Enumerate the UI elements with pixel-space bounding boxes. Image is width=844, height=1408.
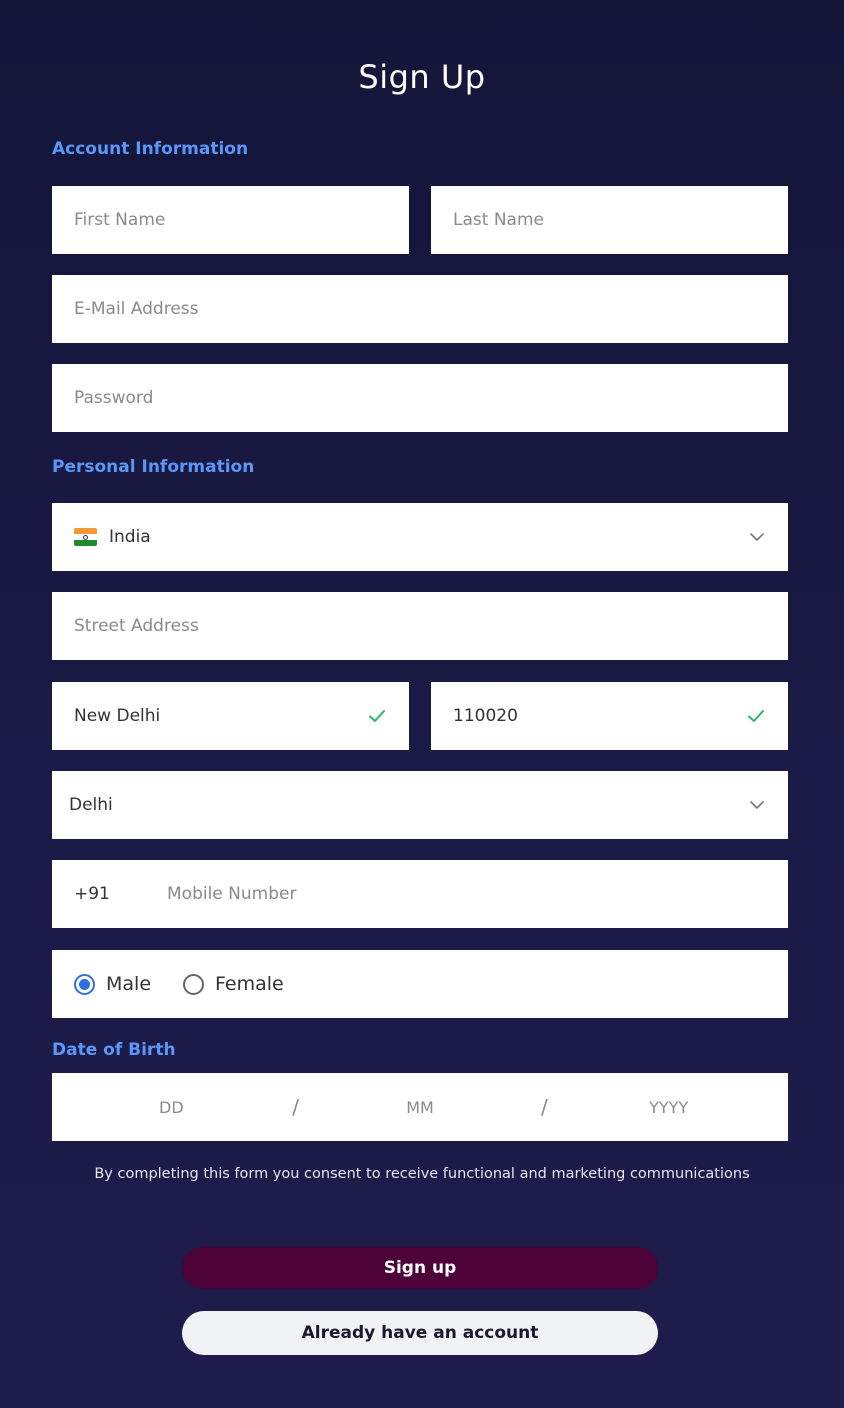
email-field[interactable] (52, 275, 788, 343)
account-information-heading: Account Information (52, 139, 249, 159)
date-of-birth-heading: Date of Birth (52, 1040, 176, 1060)
last-name-field[interactable] (431, 186, 788, 254)
state-select[interactable]: Delhi (52, 771, 788, 839)
date-of-birth-field: DD / MM / YYYY (52, 1073, 788, 1141)
already-have-account-button[interactable]: Already have an account (182, 1311, 658, 1355)
dob-month-input[interactable]: MM (301, 1098, 540, 1117)
state-value: Delhi (69, 795, 113, 815)
last-name-input[interactable] (453, 210, 766, 230)
street-address-input[interactable] (74, 616, 766, 636)
personal-information-heading: Personal Information (52, 457, 255, 477)
password-input[interactable] (74, 388, 766, 408)
dob-day-input[interactable]: DD (52, 1098, 291, 1117)
gender-radio-group: Male Female (52, 950, 788, 1018)
country-value: India (109, 527, 151, 547)
street-address-field[interactable] (52, 592, 788, 660)
city-input[interactable] (74, 706, 367, 726)
dob-year-input[interactable]: YYYY (549, 1098, 788, 1117)
gender-male-option[interactable]: Male (74, 973, 151, 995)
mobile-number-input[interactable] (167, 884, 766, 904)
dob-separator: / (540, 1095, 548, 1119)
phone-country-code[interactable]: +91 (74, 884, 167, 904)
gender-female-label: Female (215, 973, 284, 995)
check-icon (369, 710, 385, 722)
mobile-number-field[interactable]: +91 (52, 860, 788, 928)
dob-separator: / (292, 1095, 300, 1119)
country-select[interactable]: India (52, 503, 788, 571)
password-field[interactable] (52, 364, 788, 432)
radio-checked-icon[interactable] (74, 973, 95, 995)
postal-code-field[interactable] (431, 682, 788, 750)
consent-text: By completing this form you consent to r… (94, 1166, 750, 1182)
radio-unchecked-icon[interactable] (183, 973, 205, 995)
india-flag-icon (74, 528, 97, 546)
chevron-down-icon[interactable] (748, 528, 766, 546)
gender-male-label: Male (106, 973, 152, 995)
city-field[interactable] (52, 682, 409, 750)
check-icon (748, 710, 764, 722)
first-name-field[interactable] (52, 186, 409, 254)
page-title: Sign Up (358, 58, 486, 96)
email-input[interactable] (74, 299, 766, 319)
sign-up-button[interactable]: Sign up (182, 1247, 658, 1289)
first-name-input[interactable] (74, 210, 387, 230)
gender-female-option[interactable]: Female (183, 973, 284, 995)
postal-code-input[interactable] (453, 706, 746, 726)
chevron-down-icon[interactable] (748, 796, 766, 814)
